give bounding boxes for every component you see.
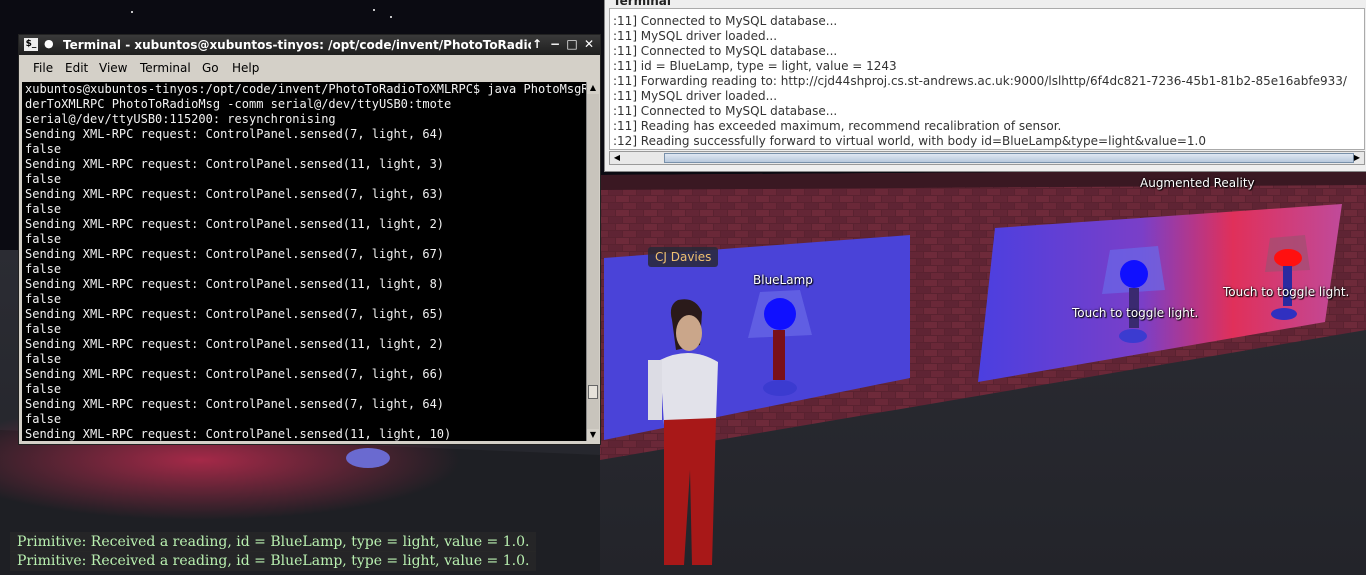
chat-message: Primitive: Received a reading, id = Blue…: [10, 532, 537, 552]
terminal-scrollbar[interactable]: ▲ ▼: [586, 82, 599, 441]
menu-terminal[interactable]: Terminal: [140, 61, 191, 75]
terminal-window: $_ ● Terminal - xubuntos@xubuntos-tinyos…: [18, 34, 601, 445]
terminal-line: Sending XML-RPC request: ControlPanel.se…: [25, 337, 445, 351]
terminal-line: xubuntos@xubuntos-tinyos:/opt/code/inven…: [25, 82, 586, 96]
terminal-line: false: [25, 172, 62, 186]
chat-message: Primitive: Received a reading, id = Blue…: [10, 551, 537, 571]
terminal-line: derToXMLRPC PhotoToRadioMsg -comm serial…: [25, 97, 452, 111]
terminal-line: Sending XML-RPC request: ControlPanel.se…: [25, 367, 445, 381]
terminal-line: Sending XML-RPC request: ControlPanel.se…: [25, 397, 445, 411]
log-line: :11] MySQL driver loaded...: [613, 29, 778, 43]
log-text-area[interactable]: :11] Connected to MySQL database...:11] …: [609, 8, 1365, 150]
terminal-line: Sending XML-RPC request: ControlPanel.se…: [25, 127, 445, 141]
terminal-line: Sending XML-RPC request: ControlPanel.se…: [25, 157, 445, 171]
terminal-scroll-thumb[interactable]: [588, 385, 598, 399]
shade-up-icon[interactable]: ↑: [530, 37, 544, 52]
terminal-lines: xubuntos@xubuntos-tinyos:/opt/code/inven…: [22, 82, 586, 441]
minimize-icon[interactable]: −: [548, 37, 562, 52]
log-scroll-thumb[interactable]: [664, 153, 1354, 163]
menu-view[interactable]: View: [99, 61, 127, 75]
touch-to-toggle-label-1: Touch to toggle light.: [1072, 306, 1199, 320]
log-window: Terminal :11] Connected to MySQL databas…: [604, 0, 1366, 172]
scroll-up-icon[interactable]: ▲: [587, 82, 599, 94]
touch-to-toggle-label-2: Touch to toggle light.: [1223, 285, 1350, 299]
log-line: :11] Connected to MySQL database...: [613, 104, 838, 118]
log-line: :11] Connected to MySQL database...: [613, 14, 838, 28]
terminal-icon[interactable]: $_: [24, 38, 38, 51]
blue-lamp-label: BlueLamp: [753, 273, 813, 287]
terminal-line: false: [25, 202, 62, 216]
log-line: :11] Connected to MySQL database...: [613, 44, 838, 58]
terminal-line: false: [25, 322, 62, 336]
log-window-title: Terminal: [613, 0, 672, 8]
menu-go[interactable]: Go: [202, 61, 219, 75]
log-line: :11] id = BlueLamp, type = light, value …: [613, 59, 897, 73]
terminal-menubar: File Edit View Terminal Go Help: [19, 57, 600, 79]
terminal-title: Terminal - xubuntos@xubuntos-tinyos: /op…: [63, 38, 531, 52]
terminal-line: false: [25, 412, 62, 426]
terminal-line: serial@/dev/ttyUSB0:115200: resynchronis…: [25, 112, 336, 126]
terminal-line: Sending XML-RPC request: ControlPanel.se…: [25, 247, 445, 261]
scroll-left-icon[interactable]: ◀: [611, 152, 623, 164]
terminal-line: Sending XML-RPC request: ControlPanel.se…: [25, 217, 445, 231]
close-icon[interactable]: ✕: [582, 37, 596, 52]
log-line: :11] Forwarding reading to: http://cjd44…: [613, 74, 1347, 88]
scroll-down-icon[interactable]: ▼: [587, 429, 599, 441]
maximize-icon[interactable]: □: [565, 37, 579, 52]
log-horizontal-scrollbar[interactable]: ◀ ▶: [609, 151, 1365, 165]
menu-help[interactable]: Help: [232, 61, 259, 75]
terminal-line: false: [25, 352, 62, 366]
avatar-name-tag: CJ Davies: [648, 247, 719, 267]
terminal-line: false: [25, 292, 62, 306]
terminal-line: false: [25, 232, 62, 246]
scroll-right-icon[interactable]: ▶: [1351, 152, 1363, 164]
terminal-line: Sending XML-RPC request: ControlPanel.se…: [25, 307, 445, 321]
menu-file[interactable]: File: [33, 61, 53, 75]
terminal-line: Sending XML-RPC request: ControlPanel.se…: [25, 187, 445, 201]
log-line: :11] MySQL driver loaded...: [613, 89, 778, 103]
terminal-line: false: [25, 382, 62, 396]
window-menu-icon[interactable]: ●: [44, 37, 54, 50]
menu-edit[interactable]: Edit: [65, 61, 88, 75]
log-line: :12] Reading successfully forward to vir…: [613, 134, 1206, 148]
terminal-line: Sending XML-RPC request: ControlPanel.se…: [25, 277, 445, 291]
terminal-line: Sending XML-RPC request: ControlPanel.se…: [25, 427, 452, 441]
terminal-line: false: [25, 142, 62, 156]
terminal-output[interactable]: xubuntos@xubuntos-tinyos:/opt/code/inven…: [22, 82, 586, 441]
log-line: :11] Reading has exceeded maximum, recom…: [613, 119, 1062, 133]
augmented-reality-label: Augmented Reality: [1140, 176, 1255, 190]
terminal-titlebar[interactable]: $_ ● Terminal - xubuntos@xubuntos-tinyos…: [19, 35, 600, 55]
terminal-line: false: [25, 262, 62, 276]
log-lines: :11] Connected to MySQL database...:11] …: [610, 9, 1364, 149]
